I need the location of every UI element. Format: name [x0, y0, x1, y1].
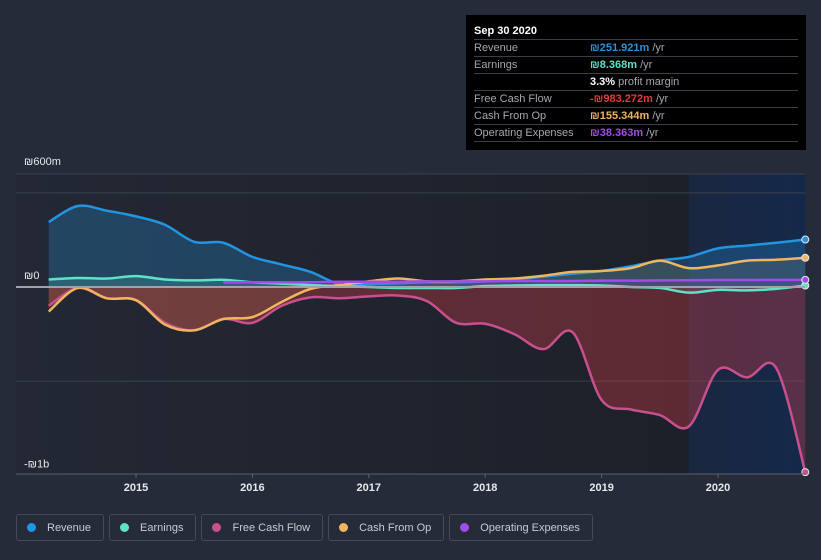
x-tick-label: 2018 — [473, 482, 497, 494]
x-tick-label: 2015 — [124, 482, 148, 494]
legend-item-free-cash-flow[interactable]: Free Cash Flow — [201, 514, 324, 541]
y-tick-label: -₪1b — [24, 458, 49, 470]
legend-item-earnings[interactable]: Earnings — [109, 514, 197, 541]
operating-expenses-endpoint — [801, 275, 810, 284]
legend-dot-icon — [460, 523, 470, 532]
tooltip-row-value: 3.3% profit margin — [590, 76, 680, 88]
legend-label: Earnings — [140, 521, 184, 534]
x-tick-label: 2016 — [240, 482, 264, 494]
legend-item-revenue[interactable]: Revenue — [16, 514, 105, 541]
legend-dot-icon — [212, 523, 222, 532]
tooltip-row: Earnings ₪8.368m /yr — [474, 57, 798, 74]
legend-label: Operating Expenses — [480, 521, 580, 534]
x-tick-label: 2019 — [589, 482, 613, 494]
tooltip-row-label: Free Cash Flow — [474, 93, 552, 105]
tooltip-row-value: -₪983.272m /yr — [590, 93, 669, 105]
tooltip-row-label: Earnings — [474, 59, 518, 71]
legend-label: Revenue — [47, 521, 92, 534]
legend-label: Free Cash Flow — [232, 521, 311, 534]
tooltip-row-label: Operating Expenses — [474, 127, 574, 139]
tooltip-row-value: ₪251.921m /yr — [590, 42, 665, 54]
cash-from-op-endpoint — [801, 253, 810, 262]
legend: Revenue Earnings Free Cash Flow Cash From O… — [16, 514, 593, 541]
tooltip-row-label: Revenue — [474, 42, 519, 54]
tooltip-row: Revenue ₪251.921m /yr — [474, 40, 798, 57]
tooltip-panel: Sep 30 2020 Revenue ₪251.921m /yr Earnings… — [466, 15, 806, 150]
legend-label: Cash From Op — [359, 521, 432, 534]
legend-item-cash-from-op[interactable]: Cash From Op — [328, 514, 445, 541]
y-tick-label: ₪600m — [24, 156, 61, 168]
tooltip-row: 3.3% profit margin — [474, 74, 798, 91]
revenue-endpoint — [801, 235, 810, 244]
tooltip-row: Operating Expenses ₪38.363m /yr — [474, 125, 798, 142]
x-tick-label: 2020 — [706, 482, 730, 494]
free-cash-flow-endpoint — [801, 468, 810, 477]
tooltip-date: Sep 30 2020 — [474, 23, 798, 40]
tooltip-row: Free Cash Flow -₪983.272m /yr — [474, 91, 798, 108]
tooltip-row-label — [474, 74, 590, 90]
tooltip-row-label: Cash From Op — [474, 110, 547, 122]
tooltip-row-value: ₪155.344m /yr — [590, 110, 665, 122]
tooltip-row-value: ₪38.363m /yr — [590, 127, 659, 139]
legend-item-operating-expenses[interactable]: Operating Expenses — [449, 514, 593, 541]
tooltip-row: Cash From Op ₪155.344m /yr — [474, 108, 798, 125]
legend-dot-icon — [27, 523, 36, 532]
legend-dot-icon — [339, 523, 349, 532]
legend-dot-icon — [120, 523, 130, 532]
tooltip-row-value: ₪8.368m /yr — [590, 59, 653, 71]
y-tick-label: ₪0 — [24, 270, 39, 282]
x-tick-label: 2017 — [357, 482, 381, 494]
